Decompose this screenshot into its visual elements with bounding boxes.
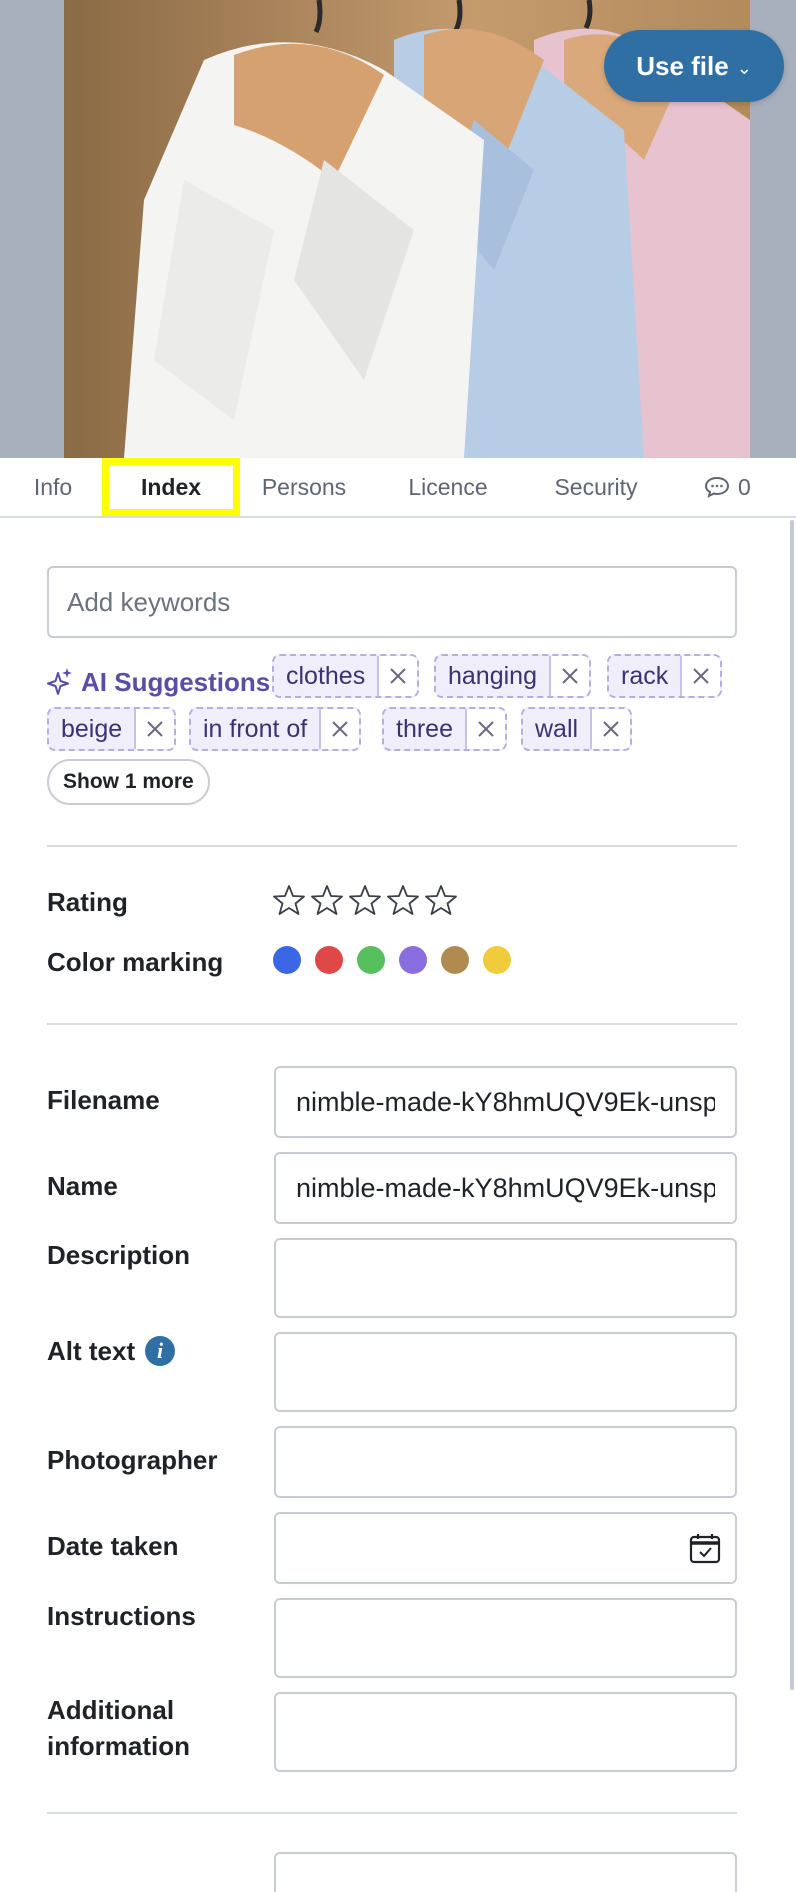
name-label: Name — [47, 1171, 118, 1201]
divider — [47, 845, 737, 847]
filename-label: Filename — [47, 1085, 160, 1115]
additional-information-label-line1: Additional — [47, 1695, 175, 1725]
color-swatch-blue[interactable] — [273, 946, 301, 974]
tab-licence[interactable]: Licence — [398, 458, 498, 516]
color-swatch-yellow[interactable] — [483, 946, 511, 974]
star-icon[interactable] — [311, 884, 343, 916]
tab-index[interactable]: Index — [102, 458, 240, 516]
keyword-chip-label: clothes — [286, 662, 366, 690]
scrollbar[interactable] — [790, 520, 794, 1690]
image-preview: Use file ⌄ — [0, 0, 796, 458]
keyword-chip-label: beige — [61, 715, 123, 743]
keyword-chip-in-front-of[interactable]: in front of — [189, 707, 362, 751]
close-icon[interactable] — [319, 709, 360, 749]
alt-text-field[interactable] — [274, 1332, 737, 1412]
sparkle-icon — [47, 668, 72, 695]
color-swatch-green[interactable] — [357, 946, 385, 974]
keyword-chip-clothes[interactable]: clothes — [272, 654, 420, 698]
photographer-field[interactable] — [274, 1426, 737, 1498]
close-icon[interactable] — [377, 656, 418, 696]
keyword-chip-label: rack — [621, 662, 669, 690]
photographer-label: Photographer — [47, 1445, 218, 1475]
star-icon[interactable] — [349, 884, 381, 916]
keyword-chip-three[interactable]: three — [382, 707, 507, 751]
keyword-chip-rack[interactable]: rack — [607, 654, 723, 698]
keyword-chip-label: hanging — [448, 662, 537, 690]
calendar-icon[interactable] — [689, 1532, 721, 1564]
color-swatch-red[interactable] — [315, 946, 343, 974]
chevron-down-icon: ⌄ — [736, 57, 752, 78]
use-file-label: Use file — [636, 50, 729, 81]
color-marking-label: Color marking — [47, 947, 224, 977]
additional-information-label: Additional information — [47, 1692, 190, 1764]
alt-text-label: Alt text — [47, 1336, 136, 1366]
close-icon[interactable] — [590, 709, 631, 749]
add-keywords-input[interactable] — [47, 566, 737, 638]
additional-information-label-line2: information — [47, 1731, 190, 1761]
description-field[interactable] — [274, 1238, 737, 1318]
rating-stars — [273, 884, 457, 916]
filename-field[interactable] — [274, 1066, 737, 1138]
tab-comments[interactable]: 0 — [704, 458, 764, 516]
tab-persons[interactable]: Persons — [252, 458, 356, 516]
close-icon[interactable] — [134, 709, 175, 749]
keyword-chip-wall[interactable]: wall — [521, 707, 633, 751]
date-taken-label: Date taken — [47, 1531, 179, 1561]
tab-info[interactable]: Info — [22, 458, 84, 516]
star-icon[interactable] — [387, 884, 419, 916]
close-icon[interactable] — [680, 656, 721, 696]
keyword-chip-beige[interactable]: beige — [47, 707, 177, 751]
name-field[interactable] — [274, 1152, 737, 1224]
tab-bar: Info Index Persons Licence Security 0 — [0, 458, 796, 518]
close-icon[interactable] — [464, 709, 505, 749]
description-label: Description — [47, 1240, 191, 1270]
instructions-field[interactable] — [274, 1598, 737, 1678]
info-icon[interactable]: i — [145, 1336, 175, 1366]
tab-security[interactable]: Security — [546, 458, 646, 516]
star-icon[interactable] — [273, 884, 305, 916]
keyword-chip-hanging[interactable]: hanging — [434, 654, 591, 698]
color-swatch-brown[interactable] — [441, 946, 469, 974]
ai-suggestions-text: AI Suggestions — [81, 666, 271, 697]
color-swatch-purple[interactable] — [399, 946, 427, 974]
ai-suggestions-label: AI Suggestions — [47, 658, 270, 706]
use-file-button[interactable]: Use file ⌄ — [604, 30, 784, 102]
speech-bubble-icon — [704, 476, 730, 498]
color-marking-swatches — [273, 946, 511, 974]
comment-count: 0 — [738, 474, 751, 500]
divider — [47, 1023, 737, 1025]
close-icon[interactable] — [548, 656, 589, 696]
show-more-keywords-button[interactable]: Show 1 more — [47, 759, 210, 805]
instructions-label: Instructions — [47, 1601, 196, 1631]
keyword-chip-label: wall — [535, 715, 579, 743]
next-field[interactable] — [274, 1852, 737, 1892]
keyword-chip-label: in front of — [203, 715, 308, 743]
date-taken-field[interactable] — [274, 1512, 737, 1584]
additional-information-field[interactable] — [274, 1692, 737, 1772]
rating-label: Rating — [47, 887, 128, 917]
keyword-chip-label: three — [396, 715, 453, 743]
star-icon[interactable] — [425, 884, 457, 916]
divider — [47, 1812, 737, 1814]
